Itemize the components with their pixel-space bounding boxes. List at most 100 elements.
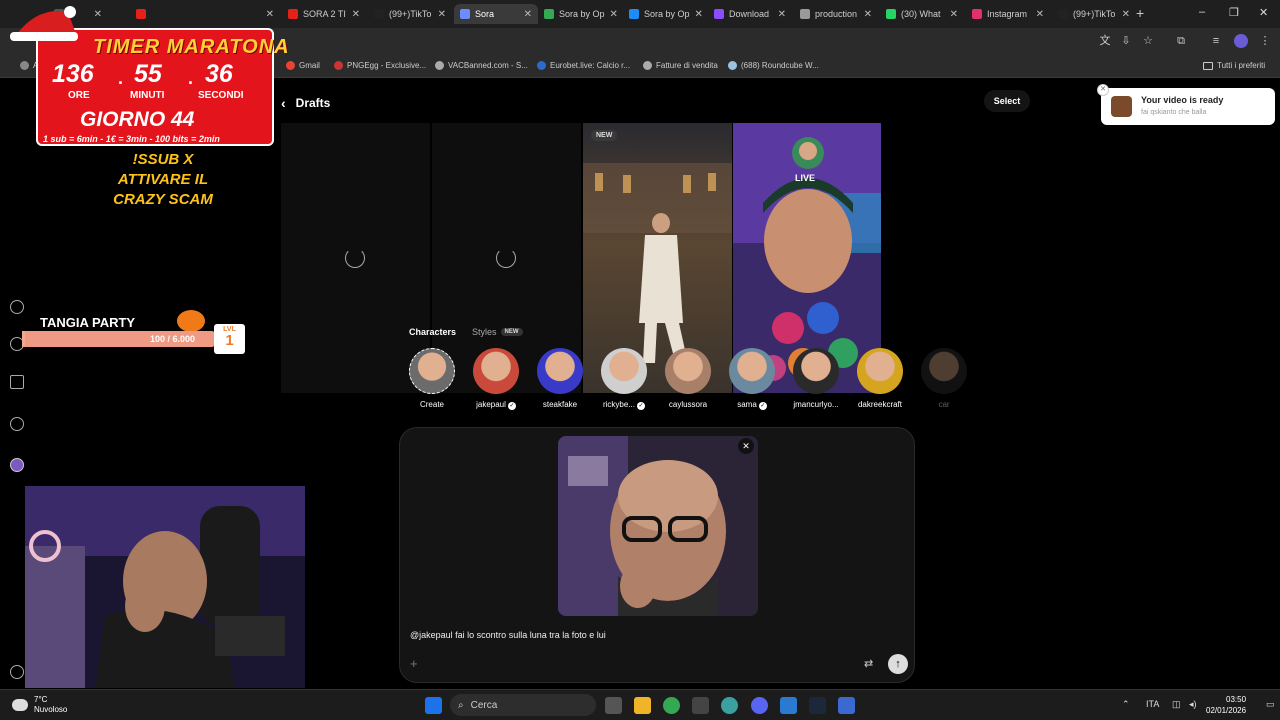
browser-tab[interactable]: (30) What ✕ bbox=[880, 4, 964, 24]
send-arrow-icon[interactable]: ↑ bbox=[888, 654, 908, 674]
browser-tab[interactable]: Download ✕ bbox=[708, 4, 792, 24]
close-tab-icon[interactable]: ✕ bbox=[94, 9, 102, 20]
taskbar-search[interactable]: ⌕ Cerca bbox=[450, 694, 596, 716]
browser-tab[interactable]: Sora by Op ✕ bbox=[538, 4, 622, 24]
app-icon[interactable] bbox=[838, 697, 855, 714]
character-item[interactable]: sama ✓ bbox=[722, 348, 782, 410]
back-arrow-icon[interactable]: ‹ bbox=[281, 95, 286, 111]
url-input[interactable] bbox=[270, 31, 1090, 53]
extensions-icon[interactable]: ⧉ bbox=[1174, 34, 1188, 48]
character-name: sama bbox=[737, 400, 757, 409]
tiktok-icon bbox=[1058, 9, 1068, 19]
chrome-icon[interactable] bbox=[663, 697, 680, 714]
hours-label: ORE bbox=[68, 90, 90, 101]
menu-icon[interactable]: ⋮ bbox=[1258, 34, 1272, 48]
marathon-day: GIORNO 44 bbox=[80, 108, 195, 131]
install-app-icon[interactable]: ⇩ bbox=[1119, 34, 1133, 48]
tray-expand-icon[interactable]: ⌃ bbox=[1122, 699, 1130, 710]
all-bookmarks-button[interactable]: Tutti i preferiti bbox=[1203, 61, 1265, 70]
close-tab-icon[interactable]: ✕ bbox=[352, 9, 360, 20]
character-item[interactable]: rickybe... ✓ bbox=[594, 348, 654, 410]
remove-image-icon[interactable]: ✕ bbox=[738, 438, 754, 454]
screen: ✕ ✕ SORA 2 TI ✕ (99+)TikTo ✕ Sora ✕ Sora by Op ✕ S… bbox=[0, 0, 1280, 720]
browser-tab[interactable]: ✕ bbox=[130, 4, 280, 24]
settings-icon[interactable] bbox=[10, 665, 24, 679]
browser-tab-bar: ✕ ✕ SORA 2 TI ✕ (99+)TikTo ✕ Sora ✕ Sora by Op ✕ S… bbox=[0, 0, 1280, 28]
bookmark-favicon-icon bbox=[728, 61, 737, 70]
browser-tab[interactable]: production ✕ bbox=[794, 4, 878, 24]
bell-icon[interactable] bbox=[10, 417, 24, 431]
browser-tab[interactable]: (99+)TikTo ✕ bbox=[1052, 4, 1136, 24]
browser-tab[interactable]: Sora by Op ✕ bbox=[623, 4, 707, 24]
wifi-icon[interactable]: ◫ bbox=[1172, 699, 1181, 710]
tab-styles[interactable]: Styles NEW bbox=[472, 327, 523, 337]
language-indicator[interactable]: ITA bbox=[1146, 699, 1159, 709]
minimize-icon[interactable]: – bbox=[1199, 6, 1205, 18]
browser-tab[interactable]: SORA 2 TI ✕ bbox=[282, 4, 366, 24]
character-item[interactable]: car bbox=[914, 348, 974, 409]
reading-list-icon[interactable]: ≡ bbox=[1209, 34, 1223, 48]
profile-avatar[interactable] bbox=[1234, 34, 1248, 48]
settings-sliders-icon[interactable]: ⇄ bbox=[864, 657, 873, 670]
windows-start-icon[interactable] bbox=[425, 697, 442, 714]
bookmark-item[interactable]: Eurobet.live: Calcio r... bbox=[537, 61, 630, 70]
weather-widget[interactable]: 7°C Nuvoloso bbox=[12, 695, 67, 715]
minutes-label: MINUTI bbox=[130, 90, 165, 101]
steam-icon[interactable] bbox=[809, 697, 826, 714]
bookmark-star-icon[interactable]: ☆ bbox=[1141, 34, 1155, 48]
live-badge: LIVE bbox=[795, 173, 816, 183]
character-item[interactable]: jmancurlyo... bbox=[786, 348, 846, 409]
create-character-button[interactable]: Create bbox=[402, 348, 462, 409]
app-icon[interactable] bbox=[721, 697, 738, 714]
drafts-header: ‹ Drafts bbox=[281, 95, 330, 111]
close-tab-icon[interactable]: ✕ bbox=[778, 9, 786, 20]
character-item[interactable]: jakepaul ✓ bbox=[466, 348, 526, 410]
close-tab-icon[interactable]: ✕ bbox=[1036, 9, 1044, 20]
file-explorer-icon[interactable] bbox=[634, 697, 651, 714]
task-view-icon[interactable] bbox=[605, 697, 622, 714]
tab-characters[interactable]: Characters bbox=[409, 327, 456, 337]
notifications-icon[interactable]: ▭ bbox=[1266, 699, 1275, 710]
character-item[interactable]: steakfake bbox=[530, 348, 590, 409]
close-tab-icon[interactable]: ✕ bbox=[864, 9, 872, 20]
close-tab-icon[interactable]: ✕ bbox=[695, 9, 703, 20]
close-tab-icon[interactable]: ✕ bbox=[950, 9, 958, 20]
app-store-icon bbox=[629, 9, 639, 19]
bookmark-label: VACBanned.com - S... bbox=[448, 61, 528, 70]
character-avatar bbox=[857, 348, 903, 394]
character-item[interactable]: caylussora bbox=[658, 348, 718, 409]
volume-icon[interactable]: ◂) bbox=[1189, 699, 1197, 710]
browser-tab[interactable]: Instagram ✕ bbox=[966, 4, 1050, 24]
system-clock[interactable]: 03:50 02/01/2026 bbox=[1206, 694, 1246, 716]
app-icon[interactable] bbox=[692, 697, 709, 714]
discord-icon[interactable] bbox=[751, 697, 768, 714]
app-icon[interactable] bbox=[780, 697, 797, 714]
bookmark-item[interactable]: Gmail bbox=[286, 61, 320, 70]
bookmark-item[interactable]: (688) Roundcube W... bbox=[728, 61, 819, 70]
browser-tab[interactable]: Sora ✕ bbox=[454, 4, 538, 24]
close-tab-icon[interactable]: ✕ bbox=[610, 9, 618, 20]
prompt-input[interactable]: @jakepaul fai lo scontro sulla luna tra … bbox=[410, 630, 606, 640]
bookmark-item[interactable]: VACBanned.com - S... bbox=[435, 61, 528, 70]
close-tab-icon[interactable]: ✕ bbox=[266, 9, 274, 20]
add-attachment-icon[interactable]: + bbox=[410, 656, 418, 671]
close-tab-icon[interactable]: ✕ bbox=[1122, 9, 1130, 20]
close-tab-icon[interactable]: ✕ bbox=[438, 9, 446, 20]
profile-avatar[interactable] bbox=[10, 458, 24, 472]
trophy-icon[interactable] bbox=[10, 375, 24, 389]
video-ready-toast[interactable]: Your video is ready fai qskianto che bal… bbox=[1097, 84, 1275, 125]
translate-icon[interactable]: 文 bbox=[1098, 34, 1112, 48]
bookmark-item[interactable]: Fatture di vendita bbox=[643, 61, 718, 70]
close-toast-icon[interactable]: ✕ bbox=[1097, 84, 1109, 96]
bookmark-item[interactable]: PNGEgg - Exclusive... bbox=[334, 61, 426, 70]
browser-tab[interactable]: (99+)TikTo ✕ bbox=[368, 4, 452, 24]
character-item[interactable]: dakreekcraft bbox=[850, 348, 910, 409]
character-name: jakepaul bbox=[476, 400, 506, 409]
new-tab-icon[interactable]: + bbox=[1136, 5, 1144, 21]
loading-spinner-icon bbox=[496, 248, 516, 268]
close-tab-icon[interactable]: ✕ bbox=[524, 9, 532, 20]
youtube-icon bbox=[136, 9, 146, 19]
select-button[interactable]: Select bbox=[984, 90, 1030, 112]
maximize-icon[interactable]: ❐ bbox=[1229, 6, 1239, 19]
close-window-icon[interactable]: ✕ bbox=[1259, 6, 1268, 19]
